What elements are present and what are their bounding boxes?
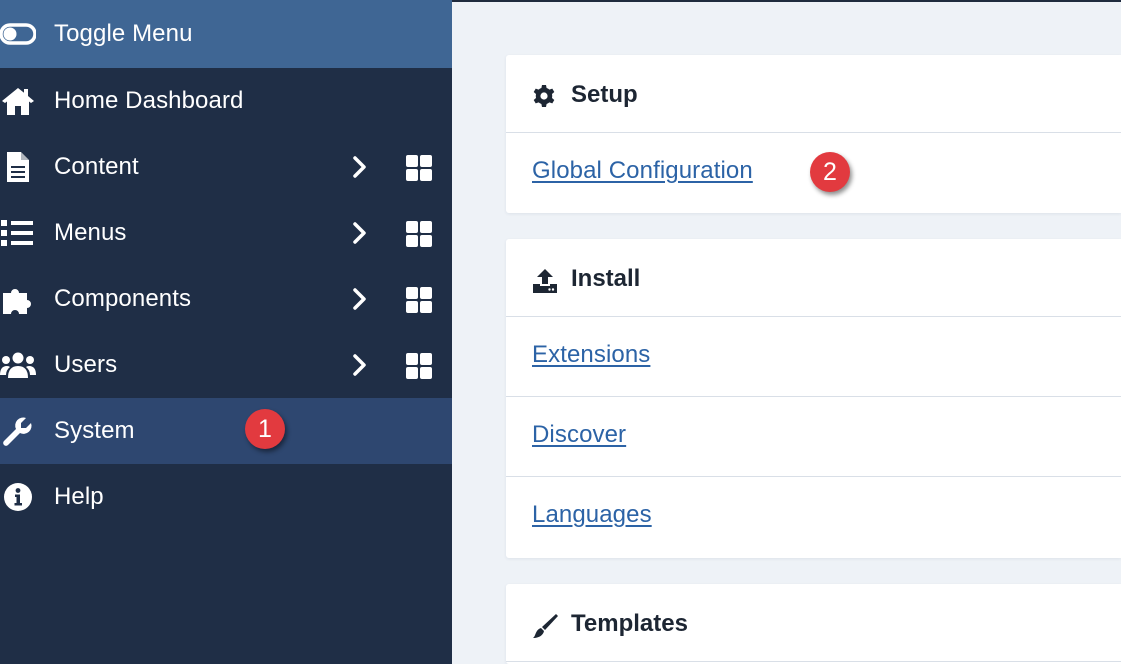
setup-card: Setup Global Configuration xyxy=(506,55,1121,213)
list-item: Languages xyxy=(506,477,1121,557)
chevron-right-icon[interactable] xyxy=(348,287,372,311)
install-card-header: Install xyxy=(506,239,1121,317)
setup-title: Setup xyxy=(571,81,638,108)
sidebar-item-label: Menus xyxy=(54,219,127,246)
dashboard-grid-icon[interactable] xyxy=(406,287,432,313)
templates-title: Templates xyxy=(571,610,688,637)
install-card: Install Extensions Discover Languages xyxy=(506,239,1121,558)
list-icon xyxy=(0,215,36,251)
chevron-right-icon[interactable] xyxy=(348,155,372,179)
toggle-menu-label: Toggle Menu xyxy=(54,20,193,47)
sidebar: Toggle Menu Home Dashboard Content Menus… xyxy=(0,0,452,664)
sidebar-item-content[interactable]: Content xyxy=(0,134,452,200)
top-border xyxy=(452,0,1121,2)
global-configuration-link[interactable]: Global Configuration xyxy=(532,157,753,185)
templates-card-header: Templates xyxy=(506,584,1121,662)
toggle-menu-button[interactable]: Toggle Menu xyxy=(0,0,452,68)
chevron-right-icon[interactable] xyxy=(348,221,372,245)
dashboard-grid-icon[interactable] xyxy=(406,353,432,379)
sidebar-item-system[interactable]: System xyxy=(0,398,452,464)
info-icon xyxy=(0,479,36,515)
sidebar-item-label: System xyxy=(54,417,135,444)
sidebar-item-help[interactable]: Help xyxy=(0,464,452,530)
sidebar-item-home-dashboard[interactable]: Home Dashboard xyxy=(0,68,452,134)
list-item: Discover xyxy=(506,397,1121,477)
extensions-link[interactable]: Extensions xyxy=(532,341,650,369)
paintbrush-icon xyxy=(532,613,558,638)
dashboard-grid-icon[interactable] xyxy=(406,155,432,181)
dashboard-grid-icon[interactable] xyxy=(406,221,432,247)
templates-card: Templates xyxy=(506,584,1121,664)
sidebar-item-users[interactable]: Users xyxy=(0,332,452,398)
sidebar-item-label: Users xyxy=(54,351,118,378)
home-icon xyxy=(0,83,36,119)
sidebar-item-label: Help xyxy=(54,483,104,510)
gear-icon xyxy=(532,84,556,108)
sidebar-item-menus[interactable]: Menus xyxy=(0,200,452,266)
list-item: Extensions xyxy=(506,317,1121,397)
upload-icon xyxy=(532,268,557,293)
sidebar-item-label: Content xyxy=(54,153,139,180)
toggle-icon xyxy=(0,16,36,52)
puzzle-icon xyxy=(0,281,36,317)
users-icon xyxy=(0,347,36,383)
annotation-badge-2: 2 xyxy=(810,152,850,192)
sidebar-item-label: Home Dashboard xyxy=(54,87,244,114)
file-icon xyxy=(0,149,36,185)
annotation-badge-1: 1 xyxy=(245,409,285,449)
wrench-icon xyxy=(0,413,36,449)
chevron-right-icon[interactable] xyxy=(348,353,372,377)
discover-link[interactable]: Discover xyxy=(532,421,626,449)
sidebar-item-label: Components xyxy=(54,285,192,312)
setup-card-header: Setup xyxy=(506,55,1121,133)
languages-link[interactable]: Languages xyxy=(532,501,652,529)
install-title: Install xyxy=(571,265,641,292)
sidebar-item-components[interactable]: Components xyxy=(0,266,452,332)
